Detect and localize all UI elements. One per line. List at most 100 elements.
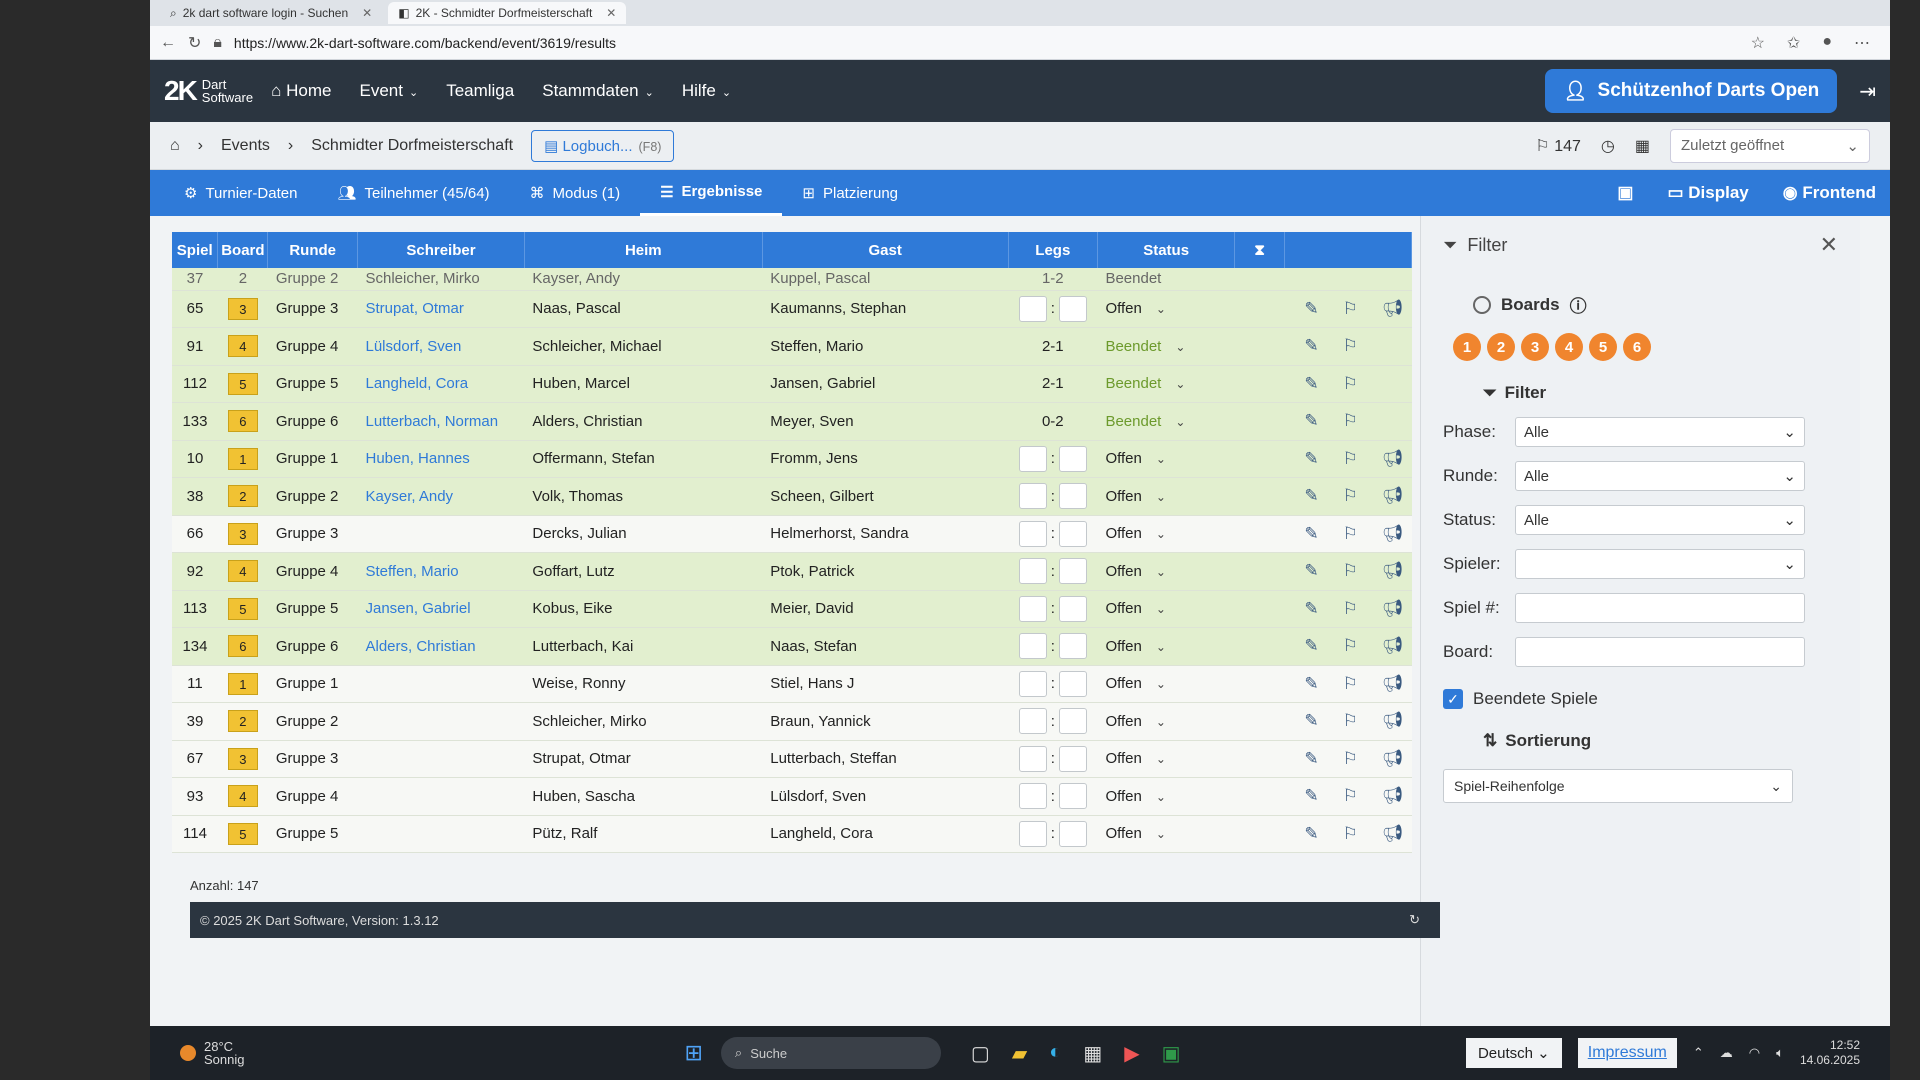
table-row[interactable]: 38 2 Gruppe 2 Kayser, Andy Volk, Thomas … — [172, 477, 1412, 516]
cell-status[interactable]: Offen ⌄ — [1097, 590, 1235, 628]
edge-icon[interactable]: ◐ — [1049, 1041, 1061, 1066]
col-runde[interactable]: Runde — [267, 232, 358, 268]
logbuch-button[interactable]: ▤ Logbuch... (F8) — [531, 129, 675, 162]
tab-platzierung[interactable]: ⊞ Platzierung — [782, 170, 918, 216]
board-badge-6[interactable]: 6 — [1623, 333, 1651, 361]
task-view-icon[interactable]: ▢ — [971, 1041, 990, 1066]
cell-schreiber[interactable] — [357, 515, 525, 553]
legs-away-input[interactable] — [1058, 520, 1087, 547]
cell-status[interactable]: Beendet ⌄ — [1097, 327, 1235, 366]
legs-home-input[interactable] — [1018, 820, 1047, 847]
edit-icon[interactable]: ✎ — [1304, 711, 1318, 731]
folder-icon[interactable]: ▰ — [1012, 1041, 1027, 1066]
finished-games-toggle[interactable]: ✓ Beendete Spiele — [1443, 689, 1838, 709]
flag-icon[interactable]: ⚐ — [1343, 299, 1358, 319]
reload-icon[interactable]: ↻ — [188, 33, 201, 53]
chevron-down-icon[interactable]: ⌄ — [1156, 715, 1166, 729]
hourglass-icon[interactable]: ⧗ — [1234, 232, 1285, 268]
sort-select[interactable]: Spiel-Reihenfolge ⌄ — [1443, 769, 1793, 803]
legs-away-input[interactable] — [1058, 558, 1087, 585]
table-row[interactable]: 93 4 Gruppe 4 Huben, Sascha Lülsdorf, Sv… — [172, 777, 1412, 816]
media-icon[interactable]: ▶ — [1124, 1041, 1139, 1066]
legs-home-input[interactable] — [1018, 595, 1047, 622]
flag-icon[interactable]: ⚐ — [1343, 374, 1358, 394]
board-badge-4[interactable]: 4 — [1555, 333, 1583, 361]
chevron-down-icon[interactable]: ⌄ — [1156, 827, 1166, 841]
wifi-icon[interactable]: ◠ — [1749, 1045, 1760, 1061]
megaphone-icon[interactable]: 📢︎ — [1382, 674, 1404, 694]
cell-schreiber[interactable]: Lutterbach, Norman — [357, 402, 525, 441]
cell-schreiber[interactable]: Langheld, Cora — [357, 365, 525, 403]
table-row[interactable]: 91 4 Gruppe 4 Lülsdorf, Sven Schleicher,… — [172, 327, 1412, 366]
cell-schreiber[interactable]: Jansen, Gabriel — [357, 590, 525, 628]
cell-status[interactable]: Beendet ⌄ — [1097, 402, 1235, 441]
table-row[interactable]: 11 1 Gruppe 1 Weise, Ronny Stiel, Hans J… — [172, 665, 1412, 703]
cell-status[interactable]: Beendet — [1097, 268, 1235, 291]
chevron-down-icon[interactable]: ⌄ — [1156, 752, 1166, 766]
cell-schreiber[interactable] — [357, 702, 525, 741]
legs-home-input[interactable] — [1018, 445, 1047, 472]
flag-icon[interactable]: ⚐ — [1343, 561, 1358, 581]
frontend-button[interactable]: ◉ Frontend — [1783, 183, 1876, 203]
table-row[interactable]: 37 2 Gruppe 2 Schleicher, Mirko Kayser, … — [172, 268, 1412, 291]
legs-home-input[interactable] — [1018, 558, 1047, 585]
col-legs[interactable]: Legs — [1008, 232, 1098, 268]
cloud-icon[interactable]: ☁ — [1720, 1045, 1733, 1061]
edit-icon[interactable]: ✎ — [1304, 299, 1318, 319]
cell-schreiber[interactable]: Schleicher, Mirko — [357, 268, 525, 291]
col-gast[interactable]: Gast — [762, 232, 1009, 268]
edit-icon[interactable]: ✎ — [1304, 636, 1318, 656]
cell-status[interactable]: Offen ⌄ — [1097, 477, 1235, 516]
table-row[interactable]: 112 5 Gruppe 5 Langheld, Cora Huben, Mar… — [172, 365, 1412, 403]
cell-schreiber[interactable]: Huben, Hannes — [357, 440, 525, 478]
col-spiel[interactable]: Spiel — [172, 232, 219, 268]
nav-home[interactable]: ⌂ Home — [271, 81, 331, 101]
flag-icon[interactable]: ⚐ — [1343, 786, 1358, 806]
chevron-down-icon[interactable]: ⌄ — [1156, 602, 1166, 616]
edit-icon[interactable]: ✎ — [1304, 486, 1318, 506]
display-button[interactable]: ▭ Display — [1667, 183, 1748, 203]
legs-away-input[interactable] — [1058, 783, 1087, 810]
nav-event[interactable]: Event ⌄ — [359, 81, 418, 101]
status-select[interactable]: Alle ⌄ — [1515, 505, 1805, 535]
impressum-link[interactable]: Impressum — [1577, 1038, 1677, 1068]
megaphone-icon[interactable]: 📢︎ — [1382, 449, 1404, 469]
more-icon[interactable]: ⋯ — [1854, 33, 1870, 53]
board-input[interactable] — [1515, 637, 1805, 667]
tab-teilnehmer[interactable]: 👥︎ Teilnehmer (45/64) — [317, 170, 509, 216]
legs-away-input[interactable] — [1058, 295, 1087, 322]
flag-icon[interactable]: ⚐ — [1343, 674, 1358, 694]
chevron-down-icon[interactable]: ⌄ — [1156, 302, 1166, 316]
nav-stammdaten[interactable]: Stammdaten ⌄ — [542, 81, 654, 101]
cell-schreiber[interactable] — [357, 777, 525, 816]
table-row[interactable]: 39 2 Gruppe 2 Schleicher, Mirko Braun, Y… — [172, 702, 1412, 741]
legs-home-input[interactable] — [1018, 520, 1047, 547]
table-row[interactable]: 113 5 Gruppe 5 Jansen, Gabriel Kobus, Ei… — [172, 590, 1412, 628]
chevron-down-icon[interactable]: ⌄ — [1175, 377, 1185, 391]
edit-icon[interactable]: ✎ — [1304, 749, 1318, 769]
legs-away-input[interactable] — [1058, 670, 1087, 697]
flag-icon[interactable]: ⚐ — [1343, 749, 1358, 769]
edit-icon[interactable]: ✎ — [1304, 786, 1318, 806]
flag-icon[interactable]: ⚐ — [1343, 599, 1358, 619]
browser-tab-0[interactable]: ⌕ 2k dart software login - Suchen ✕ — [160, 2, 382, 24]
cell-status[interactable]: Offen ⌄ — [1097, 740, 1235, 778]
legs-away-input[interactable] — [1058, 708, 1087, 735]
cell-status[interactable]: Offen ⌄ — [1097, 552, 1235, 591]
clock[interactable]: 12:52 14.06.2025 — [1800, 1038, 1860, 1068]
megaphone-icon[interactable]: 📢︎ — [1382, 561, 1404, 581]
col-heim[interactable]: Heim — [524, 232, 763, 268]
home-icon[interactable]: ⌂ — [170, 137, 180, 155]
flag-icon[interactable]: ⚐ — [1343, 711, 1358, 731]
legs-away-input[interactable] — [1058, 633, 1087, 660]
chevron-down-icon[interactable]: ⌄ — [1175, 415, 1185, 429]
spieler-select[interactable]: ⌄ — [1515, 549, 1805, 579]
chevron-down-icon[interactable]: ⌄ — [1175, 340, 1185, 354]
flag-icon[interactable]: ⚐ — [1343, 486, 1358, 506]
edit-icon[interactable]: ✎ — [1304, 674, 1318, 694]
board-badge-2[interactable]: 2 — [1487, 333, 1515, 361]
legs-away-input[interactable] — [1058, 483, 1087, 510]
chevron-up-icon[interactable]: ⌃ — [1693, 1045, 1704, 1061]
megaphone-icon[interactable]: 📢︎ — [1382, 299, 1404, 319]
calculator-icon[interactable]: ▦ — [1635, 136, 1650, 156]
